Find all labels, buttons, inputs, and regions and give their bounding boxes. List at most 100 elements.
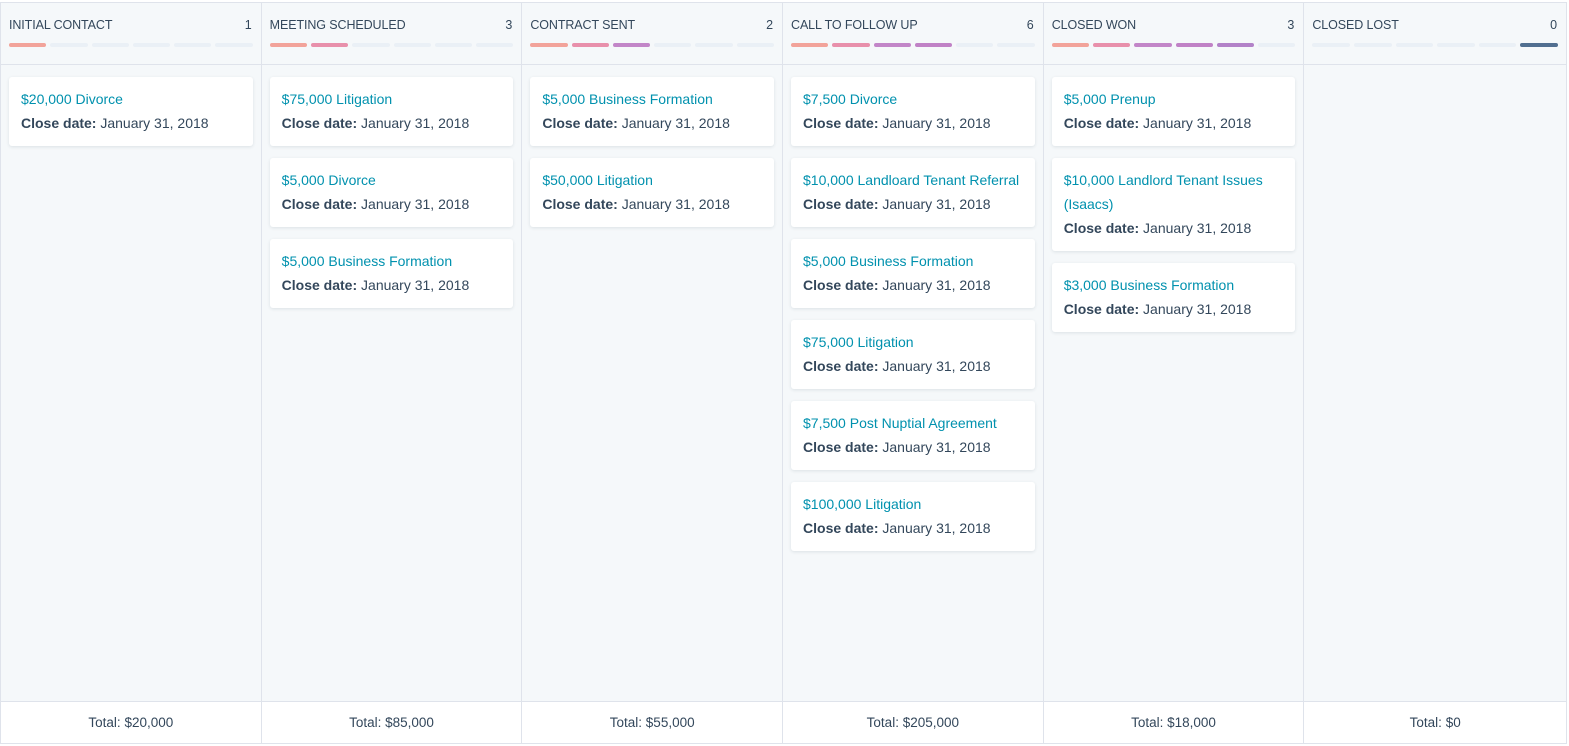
- deal-name-link[interactable]: $75,000 Litigation: [282, 87, 502, 111]
- stage-deal-count: 1: [244, 18, 252, 32]
- close-date-row: Close date: January 31, 2018: [803, 111, 1023, 135]
- close-date-label: Close date:: [281, 277, 358, 293]
- deal-name-link[interactable]: $7,500 Divorce: [803, 87, 1023, 111]
- deal-name-link[interactable]: $10,000 Landlord Tenant Issues (Isaacs): [1064, 168, 1284, 216]
- deal-card[interactable]: $75,000 Litigation Close date: January 31…: [269, 77, 514, 146]
- close-date-label: Close date:: [803, 439, 879, 455]
- close-date-label: Close date:: [542, 196, 618, 212]
- deal-card[interactable]: $7,500 Divorce Close date: January 31, 20…: [791, 77, 1035, 146]
- close-date-label: Close date:: [803, 520, 879, 536]
- progress-segment: [1312, 43, 1350, 47]
- total-value: $55,000: [645, 715, 695, 730]
- close-date-value: January 31, 2018: [882, 196, 991, 212]
- close-date-value: January 31, 2018: [882, 439, 991, 455]
- progress-segment: [873, 43, 911, 47]
- stage-deal-count: 3: [1287, 18, 1295, 32]
- deal-card-list: $20,000 Divorce Close date: January 31, 2…: [9, 77, 253, 146]
- deal-card[interactable]: $20,000 Divorce Close date: January 31, 2…: [9, 77, 253, 146]
- deal-card[interactable]: $7,500 Post Nuptial Agreement Close date:…: [791, 401, 1035, 470]
- deal-name-link[interactable]: $5,000 Business Formation: [542, 87, 762, 111]
- progress-segment: [914, 43, 953, 47]
- progress-segment: [791, 43, 829, 47]
- deal-card[interactable]: $5,000 Divorce Close date: January 31, 20…: [269, 158, 514, 227]
- close-date-row: Close date: January 31, 2018: [282, 192, 502, 216]
- close-date-value: January 31, 2018: [1143, 220, 1252, 236]
- close-date-row: Close date: January 31, 2018: [282, 273, 502, 297]
- stage-total: Total: $55,000: [522, 701, 783, 743]
- total-value: $205,000: [902, 715, 960, 730]
- close-date-value: January 31, 2018: [1143, 115, 1252, 131]
- deal-card[interactable]: $50,000 Litigation Close date: January 31…: [530, 158, 775, 227]
- deal-name-link[interactable]: $5,000 Prenup: [1064, 87, 1284, 111]
- stage-progress-bar: [269, 43, 514, 47]
- stage-column: CONTRACT SENT 2 $5,000 Business Formation C…: [522, 3, 784, 743]
- progress-segment: [91, 43, 129, 47]
- deal-name-link[interactable]: $20,000 Divorce: [21, 87, 241, 111]
- deal-name-link[interactable]: $5,000 Divorce: [282, 168, 502, 192]
- stage-column: CLOSED WON 3 $5,000 Prenup Close date: Janu…: [1043, 3, 1305, 743]
- close-date-row: Close date: January 31, 2018: [803, 516, 1023, 540]
- deal-card[interactable]: $10,000 Landloard Tenant Referral Close d…: [791, 158, 1035, 227]
- progress-segment: [956, 43, 994, 47]
- close-date-label: Close date:: [1063, 220, 1140, 236]
- deal-card[interactable]: $75,000 Litigation Close date: January 31…: [791, 320, 1035, 389]
- stage-progress-bar: [791, 43, 1035, 47]
- close-date-row: Close date: January 31, 2018: [803, 192, 1023, 216]
- deal-name-link[interactable]: $10,000 Landloard Tenant Referral: [803, 168, 1023, 192]
- stage-header: CONTRACT SENT 2: [522, 3, 783, 65]
- deal-card[interactable]: $5,000 Business Formation Close date: Jan…: [530, 77, 775, 146]
- stage-total: Total: $205,000: [783, 701, 1043, 743]
- stage-column: INITIAL CONTACT 1 $20,000 Divorce Close dat…: [1, 3, 262, 743]
- deals-board: INITIAL CONTACT 1 $20,000 Divorce Close dat…: [0, 2, 1567, 744]
- deal-card[interactable]: $5,000 Business Formation Close date: Jan…: [269, 239, 514, 308]
- deal-card[interactable]: $3,000 Business Formation Close date: Jan…: [1051, 263, 1296, 332]
- stage-progress-bar: [9, 43, 253, 47]
- progress-segment: [1216, 43, 1255, 47]
- close-date-value: January 31, 2018: [100, 115, 209, 131]
- stage-deal-count: 6: [1026, 18, 1034, 32]
- close-date-label: Close date:: [281, 115, 358, 131]
- deal-card[interactable]: $100,000 Litigation Close date: January 3…: [791, 482, 1035, 551]
- stage-total: Total: $0: [1304, 701, 1567, 743]
- deal-name-link[interactable]: $5,000 Business Formation: [803, 249, 1023, 273]
- deal-card-list: $75,000 Litigation Close date: January 31…: [269, 77, 514, 308]
- stage-column: MEETING SCHEDULED 3 $75,000 Litigation Clos…: [261, 3, 523, 743]
- close-date-row: Close date: January 31, 2018: [1064, 297, 1284, 321]
- close-date-label: Close date:: [542, 115, 618, 131]
- stage-header: CLOSED LOST 0: [1304, 3, 1567, 65]
- deal-card[interactable]: $5,000 Prenup Close date: January 31, 201…: [1051, 77, 1296, 146]
- deal-name-link[interactable]: $100,000 Litigation: [803, 492, 1023, 516]
- progress-segment: [9, 43, 47, 47]
- close-date-value: January 31, 2018: [882, 520, 991, 536]
- deal-card-list: $5,000 Business Formation Close date: Jan…: [530, 77, 775, 227]
- stage-deal-count: 0: [1550, 18, 1558, 32]
- deal-name-link[interactable]: $50,000 Litigation: [542, 168, 762, 192]
- deal-name-link[interactable]: $7,500 Post Nuptial Agreement: [803, 411, 1023, 435]
- deal-card[interactable]: $10,000 Landlord Tenant Issues (Isaacs) C…: [1051, 158, 1296, 251]
- progress-segment: [1258, 43, 1296, 47]
- close-date-row: Close date: January 31, 2018: [803, 354, 1023, 378]
- progress-segment: [1092, 43, 1131, 47]
- close-date-value: January 31, 2018: [361, 196, 470, 212]
- stage-header: CLOSED WON 3: [1043, 3, 1304, 65]
- stage-title: MEETING SCHEDULED: [269, 18, 406, 32]
- total-value: $85,000: [385, 715, 434, 730]
- deal-name-link[interactable]: $5,000 Business Formation: [282, 249, 502, 273]
- deal-name-link[interactable]: $75,000 Litigation: [803, 330, 1023, 354]
- stage-title: CONTRACT SENT: [530, 18, 636, 32]
- close-date-row: Close date: January 31, 2018: [21, 111, 241, 135]
- stage-header: MEETING SCHEDULED 3: [261, 3, 522, 65]
- progress-segment: [1478, 43, 1517, 47]
- close-date-label: Close date:: [21, 115, 97, 131]
- deal-name-link[interactable]: $3,000 Business Formation: [1064, 273, 1284, 297]
- close-date-label: Close date:: [1063, 301, 1140, 317]
- deal-card[interactable]: $5,000 Business Formation Close date: Jan…: [791, 239, 1035, 308]
- close-date-row: Close date: January 31, 2018: [803, 435, 1023, 459]
- progress-segment: [695, 43, 733, 47]
- progress-segment: [736, 43, 775, 47]
- stage-title: INITIAL CONTACT: [9, 18, 113, 32]
- progress-segment: [50, 43, 88, 47]
- progress-segment: [1051, 43, 1089, 47]
- close-date-value: January 31, 2018: [621, 196, 730, 212]
- total-label: Total:: [609, 715, 643, 730]
